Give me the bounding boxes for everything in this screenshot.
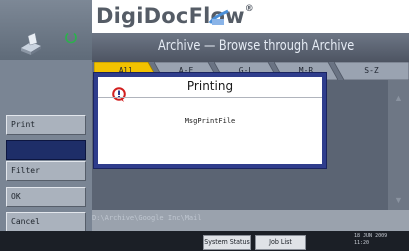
scroll-down-icon[interactable]: ▼ — [390, 192, 407, 208]
power-icon[interactable] — [64, 30, 78, 49]
tab-s-z[interactable]: S-Z — [334, 62, 409, 80]
printing-dialog: Printing MsgPrintFile — [93, 72, 327, 169]
ok-button[interactable]: OK — [6, 187, 86, 207]
brand-reg: ® — [244, 4, 254, 14]
current-path: D:\Archive\Google Inc\Mail — [92, 214, 202, 222]
dialog-body: Printing MsgPrintFile — [98, 77, 322, 164]
dialog-title: Printing — [186, 79, 234, 93]
left-top-panel — [0, 0, 92, 60]
scanner-icon — [18, 30, 44, 61]
tab-s-z-label: S-Z — [364, 66, 379, 75]
brand-swoosh-icon — [208, 7, 230, 32]
page-title: Archive — Browse through Archive — [158, 38, 355, 54]
cancel-button[interactable]: Cancel — [6, 212, 86, 232]
brand-logo: DigiDocFlow® — [96, 4, 254, 28]
dialog-divider — [98, 97, 322, 98]
print-button[interactable]: Print — [6, 115, 86, 135]
system-status-button[interactable]: System Status — [203, 235, 251, 250]
scroll-up-icon[interactable]: ▲ — [390, 90, 407, 106]
filter-button[interactable]: Filter — [6, 161, 86, 181]
date-label: 18 JUN 2009 — [354, 233, 388, 239]
date-time: 18 JUN 2009 11:20 — [354, 233, 387, 247]
selected-action-button[interactable] — [6, 140, 86, 160]
time-label: 11:20 — [354, 240, 370, 246]
dialog-message: MsgPrintFile — [184, 117, 236, 125]
job-list-button[interactable]: Job List — [255, 235, 306, 250]
